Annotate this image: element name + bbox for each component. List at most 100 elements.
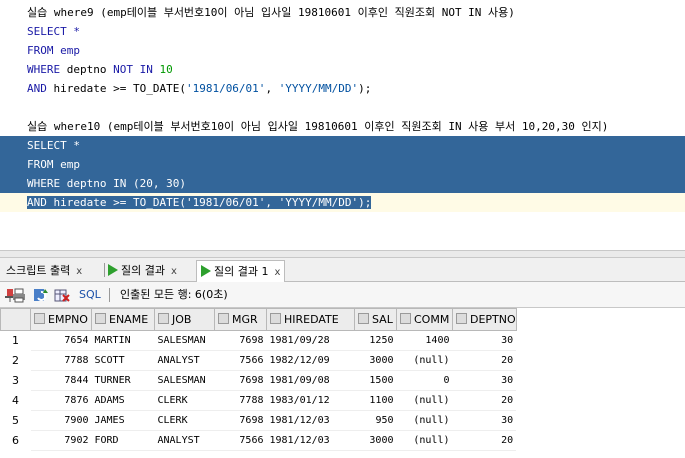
- print-icon[interactable]: [12, 287, 26, 303]
- cell-sal[interactable]: 3000: [354, 430, 397, 451]
- cell-empno[interactable]: 7788: [30, 350, 92, 371]
- cell-sal[interactable]: 1250: [354, 330, 397, 351]
- code-text: ,: [265, 82, 279, 95]
- column-header-sal[interactable]: SAL: [354, 308, 397, 331]
- cell-deptno[interactable]: 20: [452, 390, 517, 411]
- sql-button[interactable]: SQL: [79, 287, 101, 303]
- cell-mgr[interactable]: 7566: [214, 350, 267, 371]
- column-icon: [456, 313, 467, 324]
- cell-empno[interactable]: 7654: [30, 330, 92, 351]
- cell-empno[interactable]: 7902: [30, 430, 92, 451]
- row-number: 1: [12, 334, 19, 348]
- run-icon: [201, 265, 211, 277]
- row-number: 5: [12, 414, 19, 427]
- cell-hiredate[interactable]: 1981/09/08: [266, 370, 355, 391]
- cell-hiredate[interactable]: 1982/12/09: [266, 350, 355, 371]
- keyword: NOT IN: [113, 63, 153, 76]
- cell-empno[interactable]: 7844: [30, 370, 92, 391]
- cell-sal[interactable]: 1100: [354, 390, 397, 411]
- cell-comm[interactable]: (null): [396, 390, 453, 411]
- close-icon[interactable]: x: [171, 266, 177, 277]
- cell-job[interactable]: SALESMAN: [154, 330, 215, 351]
- cell-mgr[interactable]: 7698: [214, 410, 267, 431]
- table-row[interactable]: 1 7654 MARTIN SALESMAN 7698 1981/09/28 1…: [1, 330, 517, 351]
- column-icon: [158, 313, 169, 324]
- code-text: hiredate >= TO_DATE(: [46, 82, 186, 95]
- cell-ename[interactable]: SCOTT: [91, 350, 155, 371]
- cell-comm[interactable]: 1400: [396, 330, 453, 351]
- cell-hiredate[interactable]: 1981/09/28: [266, 330, 355, 351]
- cell-mgr[interactable]: 7698: [214, 370, 267, 391]
- cell-ename[interactable]: TURNER: [91, 370, 155, 391]
- cell-ename[interactable]: JAMES: [91, 410, 155, 431]
- row-number: 6: [12, 434, 19, 447]
- cell-job[interactable]: ANALYST: [154, 430, 215, 451]
- cell-ename[interactable]: MARTIN: [91, 330, 155, 351]
- table-row[interactable]: 5 7900 JAMES CLERK 7698 1981/12/03 950 (…: [1, 410, 517, 431]
- cell-deptno[interactable]: 20: [452, 350, 517, 371]
- selected-code-line: FROM emp: [0, 155, 685, 174]
- tab-script-output[interactable]: 스크립트 출력 x: [2, 260, 86, 282]
- number-literal: 10: [152, 63, 173, 76]
- panel-splitter[interactable]: [0, 250, 685, 258]
- column-header-mgr[interactable]: MGR: [214, 308, 267, 331]
- column-icon: [218, 313, 229, 324]
- tab-query-result[interactable]: 질의 결과 x: [100, 260, 181, 282]
- column-header-deptno[interactable]: DEPTNO: [452, 308, 517, 331]
- cell-sal[interactable]: 3000: [354, 350, 397, 371]
- results-table: EMPNO ENAME JOB MGR HIREDATE SAL COMM DE…: [0, 308, 517, 451]
- column-header-ename[interactable]: ENAME: [91, 308, 155, 331]
- cell-ename[interactable]: FORD: [91, 430, 155, 451]
- cell-hiredate[interactable]: 1981/12/03: [266, 410, 355, 431]
- cell-ename[interactable]: ADAMS: [91, 390, 155, 411]
- cell-deptno[interactable]: 30: [452, 330, 517, 351]
- column-icon: [34, 313, 45, 324]
- column-header-comm[interactable]: COMM: [396, 308, 453, 331]
- column-header-job[interactable]: JOB: [154, 308, 215, 331]
- cell-job[interactable]: CLERK: [154, 390, 215, 411]
- cell-sal[interactable]: 1500: [354, 370, 397, 391]
- cell-job[interactable]: CLERK: [154, 410, 215, 431]
- comment-line: 실습 where9 (emp테이블 부서번호10이 아님 입사일 1981060…: [27, 6, 515, 19]
- keyword: WHERE: [27, 63, 61, 76]
- cell-comm[interactable]: (null): [396, 430, 453, 451]
- cell-job[interactable]: ANALYST: [154, 350, 215, 371]
- code-text: deptno: [60, 63, 114, 76]
- cell-deptno[interactable]: 20: [452, 430, 517, 451]
- toolbar-divider: [109, 288, 110, 302]
- string-literal: '1981/06/01': [185, 82, 266, 95]
- cell-deptno[interactable]: 30: [452, 370, 517, 391]
- cell-comm[interactable]: (null): [396, 410, 453, 431]
- tab-label: 질의 결과: [121, 264, 165, 277]
- cell-empno[interactable]: 7876: [30, 390, 92, 411]
- column-icon: [270, 313, 281, 324]
- table-row[interactable]: 4 7876 ADAMS CLERK 7788 1983/01/12 1100 …: [1, 390, 517, 411]
- column-header-hiredate[interactable]: HIREDATE: [266, 308, 355, 331]
- close-icon[interactable]: x: [76, 266, 82, 277]
- table-row[interactable]: 3 7844 TURNER SALESMAN 7698 1981/09/08 1…: [1, 370, 517, 391]
- column-header-empno[interactable]: EMPNO: [30, 308, 92, 331]
- code-line: SELECT *: [27, 25, 80, 38]
- close-icon[interactable]: x: [274, 267, 280, 278]
- cell-mgr[interactable]: 7566: [214, 430, 267, 451]
- refresh-icon[interactable]: [33, 287, 49, 303]
- selected-code-line: SELECT *: [0, 136, 685, 155]
- cell-empno[interactable]: 7900: [30, 410, 92, 431]
- cell-comm[interactable]: (null): [396, 350, 453, 371]
- cell-mgr[interactable]: 7698: [214, 330, 267, 351]
- cell-job[interactable]: SALESMAN: [154, 370, 215, 391]
- cell-hiredate[interactable]: 1983/01/12: [266, 390, 355, 411]
- sql-editor[interactable]: 실습 where9 (emp테이블 부서번호10이 아님 입사일 1981060…: [0, 0, 685, 250]
- code-text: );: [358, 82, 372, 95]
- table-row[interactable]: 2 7788 SCOTT ANALYST 7566 1982/12/09 300…: [1, 350, 517, 371]
- tab-query-result-1[interactable]: 질의 결과 1 x: [196, 260, 286, 282]
- cell-comm[interactable]: 0: [396, 370, 453, 391]
- cell-hiredate[interactable]: 1981/12/03: [266, 430, 355, 451]
- results-grid: EMPNO ENAME JOB MGR HIREDATE SAL COMM DE…: [0, 308, 685, 458]
- cell-sal[interactable]: 950: [354, 410, 397, 431]
- table-row[interactable]: 6 7902 FORD ANALYST 7566 1981/12/03 3000…: [1, 430, 517, 451]
- cell-deptno[interactable]: 30: [452, 410, 517, 431]
- export-icon[interactable]: [54, 287, 70, 303]
- code-line: FROM emp: [27, 44, 80, 57]
- cell-mgr[interactable]: 7788: [214, 390, 267, 411]
